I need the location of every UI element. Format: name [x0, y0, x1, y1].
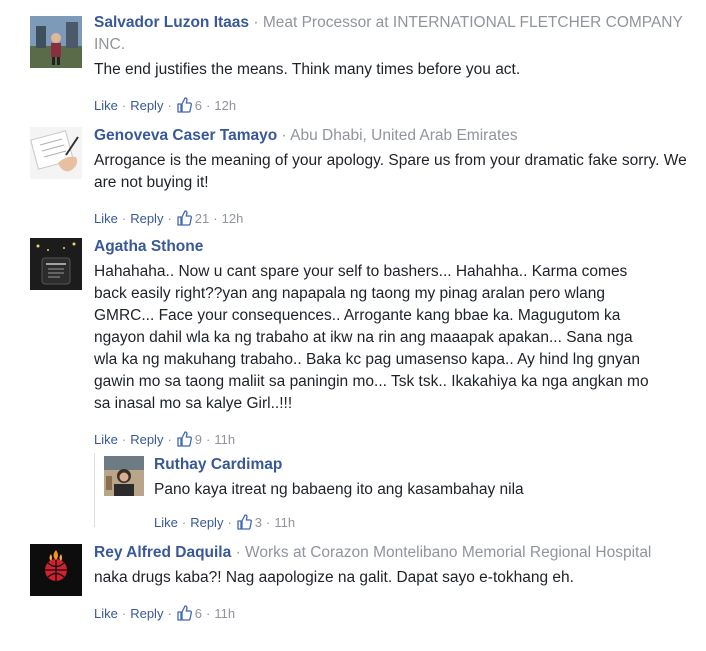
comment-body: Rey Alfred Daquila · Works at Corazon Mo…: [94, 542, 688, 623]
comment-actions: Like · Reply · 21 · 12h: [94, 210, 244, 226]
comment-actions: Like · Reply · 6 · 12h: [94, 97, 237, 113]
comment-header: Ruthay Cardimap: [154, 454, 688, 476]
reply-button[interactable]: Reply: [130, 606, 163, 621]
commenter-name[interactable]: Agatha Sthone: [94, 238, 203, 255]
commenter-name[interactable]: Salvador Luzon Itaas: [94, 14, 249, 31]
thumbs-up-icon[interactable]: [176, 97, 192, 113]
comment-text: Pano kaya itreat ng babaeng ito ang kasa…: [154, 481, 524, 498]
like-count[interactable]: 6: [195, 606, 202, 621]
thumbs-up-icon[interactable]: [176, 210, 192, 226]
avatar[interactable]: [104, 456, 144, 496]
comment-body: Genoveva Caser Tamayo · Abu Dhabi, Unite…: [94, 125, 688, 228]
comment-text: Arrogance is the meaning of your apology…: [94, 152, 687, 191]
comment-time[interactable]: 11h: [214, 432, 235, 447]
comment-actions: Like · Reply · 6 · 11h: [94, 605, 236, 621]
like-count[interactable]: 9: [195, 432, 202, 447]
like-count[interactable]: 6: [195, 98, 202, 113]
comment-time[interactable]: 11h: [274, 515, 295, 530]
avatar[interactable]: [30, 127, 82, 179]
comment-time[interactable]: 12h: [214, 98, 236, 113]
comment-body: Ruthay Cardimap Pano kaya itreat ng baba…: [154, 454, 688, 532]
commenter-name[interactable]: Ruthay Cardimap: [154, 456, 282, 473]
comment-time[interactable]: 11h: [214, 606, 235, 621]
comment-text: Hahahaha.. Now u cant spare your self to…: [94, 263, 649, 412]
comment-header: Agatha Sthone: [94, 236, 654, 258]
reply-button[interactable]: Reply: [130, 98, 163, 113]
like-count[interactable]: 3: [255, 515, 262, 530]
comment-body: Agatha Sthone Hahahaha.. Now u cant spar…: [94, 236, 654, 449]
like-button[interactable]: Like: [94, 432, 118, 447]
like-button[interactable]: Like: [94, 606, 118, 621]
reply-thread-line: [94, 453, 95, 527]
avatar[interactable]: [30, 238, 82, 290]
like-button[interactable]: Like: [94, 211, 118, 226]
comments-section: Salvador Luzon Itaas · Meat Processor at…: [0, 0, 706, 651]
avatar[interactable]: [30, 16, 82, 68]
commenter-name[interactable]: Rey Alfred Daquila: [94, 544, 231, 561]
like-button[interactable]: Like: [154, 515, 178, 530]
comment-text: The end justifies the means. Think many …: [94, 61, 521, 78]
comment-time[interactable]: 12h: [222, 211, 244, 226]
comment-actions: Like · Reply · 9 · 11h: [94, 431, 236, 447]
comment-header: Genoveva Caser Tamayo · Abu Dhabi, Unite…: [94, 127, 518, 144]
commenter-meta: Works at Corazon Montelibano Memorial Re…: [245, 544, 652, 561]
comment-header: Rey Alfred Daquila · Works at Corazon Mo…: [94, 544, 652, 561]
commenter-name[interactable]: Genoveva Caser Tamayo: [94, 127, 277, 144]
reply-button[interactable]: Reply: [130, 432, 163, 447]
thumbs-up-icon[interactable]: [176, 431, 192, 447]
like-count[interactable]: 21: [195, 211, 209, 226]
reply-button[interactable]: Reply: [130, 211, 163, 226]
commenter-meta: Abu Dhabi, United Arab Emirates: [290, 127, 518, 144]
reply-button[interactable]: Reply: [190, 515, 223, 530]
comment-text: naka drugs kaba?! Nag aapologize na gali…: [94, 569, 574, 586]
thumbs-up-icon[interactable]: [236, 514, 252, 530]
comment-actions: Like · Reply · 3 · 11h: [154, 514, 296, 530]
comment-header: Salvador Luzon Itaas · Meat Processor at…: [94, 14, 683, 53]
like-button[interactable]: Like: [94, 98, 118, 113]
thumbs-up-icon[interactable]: [176, 605, 192, 621]
avatar[interactable]: [30, 544, 82, 596]
comment-body: Salvador Luzon Itaas · Meat Processor at…: [94, 12, 688, 115]
